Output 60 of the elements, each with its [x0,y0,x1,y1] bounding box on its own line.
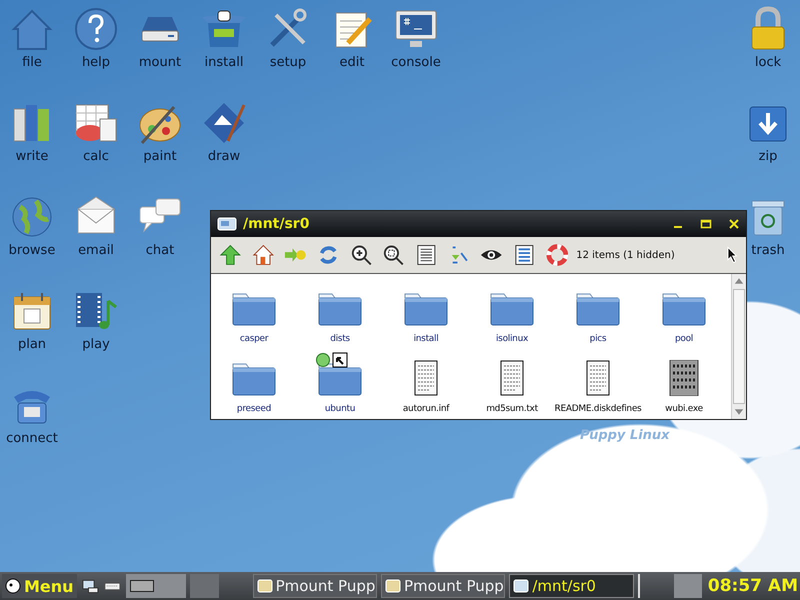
file-name[interactable]: isolinux [496,334,528,344]
desktop-icon-label[interactable]: connect [6,431,58,446]
window-icon [384,578,401,594]
taskbar-task[interactable]: Pmount Pupp [252,574,377,598]
file-name[interactable]: ubuntu [324,404,356,414]
taskbar-task[interactable]: Pmount Pupp [380,574,506,598]
taskbar-task[interactable]: /mnt/sr0 [509,574,634,598]
clock[interactable]: 08:57 AM [706,576,800,596]
desktop-icon-label[interactable]: lock [754,55,782,70]
desktop-icon-label[interactable]: help [82,55,110,70]
maximize-button[interactable] [700,218,712,230]
file-name[interactable]: dists [330,334,350,344]
desktop-icon-label[interactable]: edit [340,55,364,70]
desktop-icon-label[interactable]: mount [138,55,182,70]
zoom-fit-icon[interactable] [382,243,405,267]
zoom-in-icon[interactable] [350,243,372,267]
home-icon[interactable] [252,243,274,267]
file-name[interactable]: casper [240,334,268,344]
file-name[interactable]: preseed [236,404,272,414]
file-name[interactable]: install [414,334,438,344]
file-name[interactable]: md5sum.txt [486,404,538,414]
item-count-text: 12 items (1 hidden) [576,250,675,260]
file-name[interactable]: autorun.inf [402,404,450,414]
scrollbar[interactable] [731,274,746,419]
file-name[interactable]: pool [674,334,694,344]
desktop-icon-label[interactable]: draw [208,149,240,164]
workspace-pager[interactable] [126,574,186,598]
desktop-icon-label[interactable]: play [82,337,110,352]
desktop-icon-label[interactable]: install [204,55,244,70]
drive-icon [217,216,237,232]
network-icon[interactable] [80,578,100,594]
menu-button[interactable]: Menu [2,574,77,598]
desktop-icon-label[interactable]: chat [146,243,174,258]
desktop-icon-label[interactable]: browse [8,243,56,258]
desktop-icon-label[interactable]: trash [751,243,785,258]
window-icon [513,578,530,594]
details-icon[interactable] [512,243,536,267]
file-name[interactable]: README.diskdefines [554,404,642,414]
close-button[interactable] [728,218,740,230]
list-icon[interactable] [414,243,438,267]
desktop-icon-label[interactable]: write [16,149,48,164]
desktop-icon-label[interactable]: plan [18,337,46,352]
desktop-icon-label[interactable]: console [391,55,441,70]
desktop-icon-label[interactable]: setup [270,55,306,70]
help-icon[interactable] [72,5,120,53]
file-name[interactable]: pics [590,334,606,344]
system-tray [674,574,702,598]
up-arrow-icon[interactable] [219,243,242,267]
wallpaper-logo-text: Puppy Linux [580,428,670,443]
desktop-icon-label[interactable]: calc [83,149,109,164]
scrollbar-thumb[interactable] [733,289,745,404]
desktop-icon-label[interactable]: file [22,55,42,70]
window-icon [256,578,273,594]
lifebuoy-icon[interactable] [546,243,568,267]
desktop-icon-label[interactable]: email [78,243,114,258]
desktop-icon-label[interactable]: zip [758,149,778,164]
window-title: /mnt/sr0 [243,216,310,232]
file-name[interactable]: wubi.exe [665,404,703,414]
mouse-cursor-icon [726,246,738,264]
desktop-icon-label[interactable]: paint [143,149,177,164]
